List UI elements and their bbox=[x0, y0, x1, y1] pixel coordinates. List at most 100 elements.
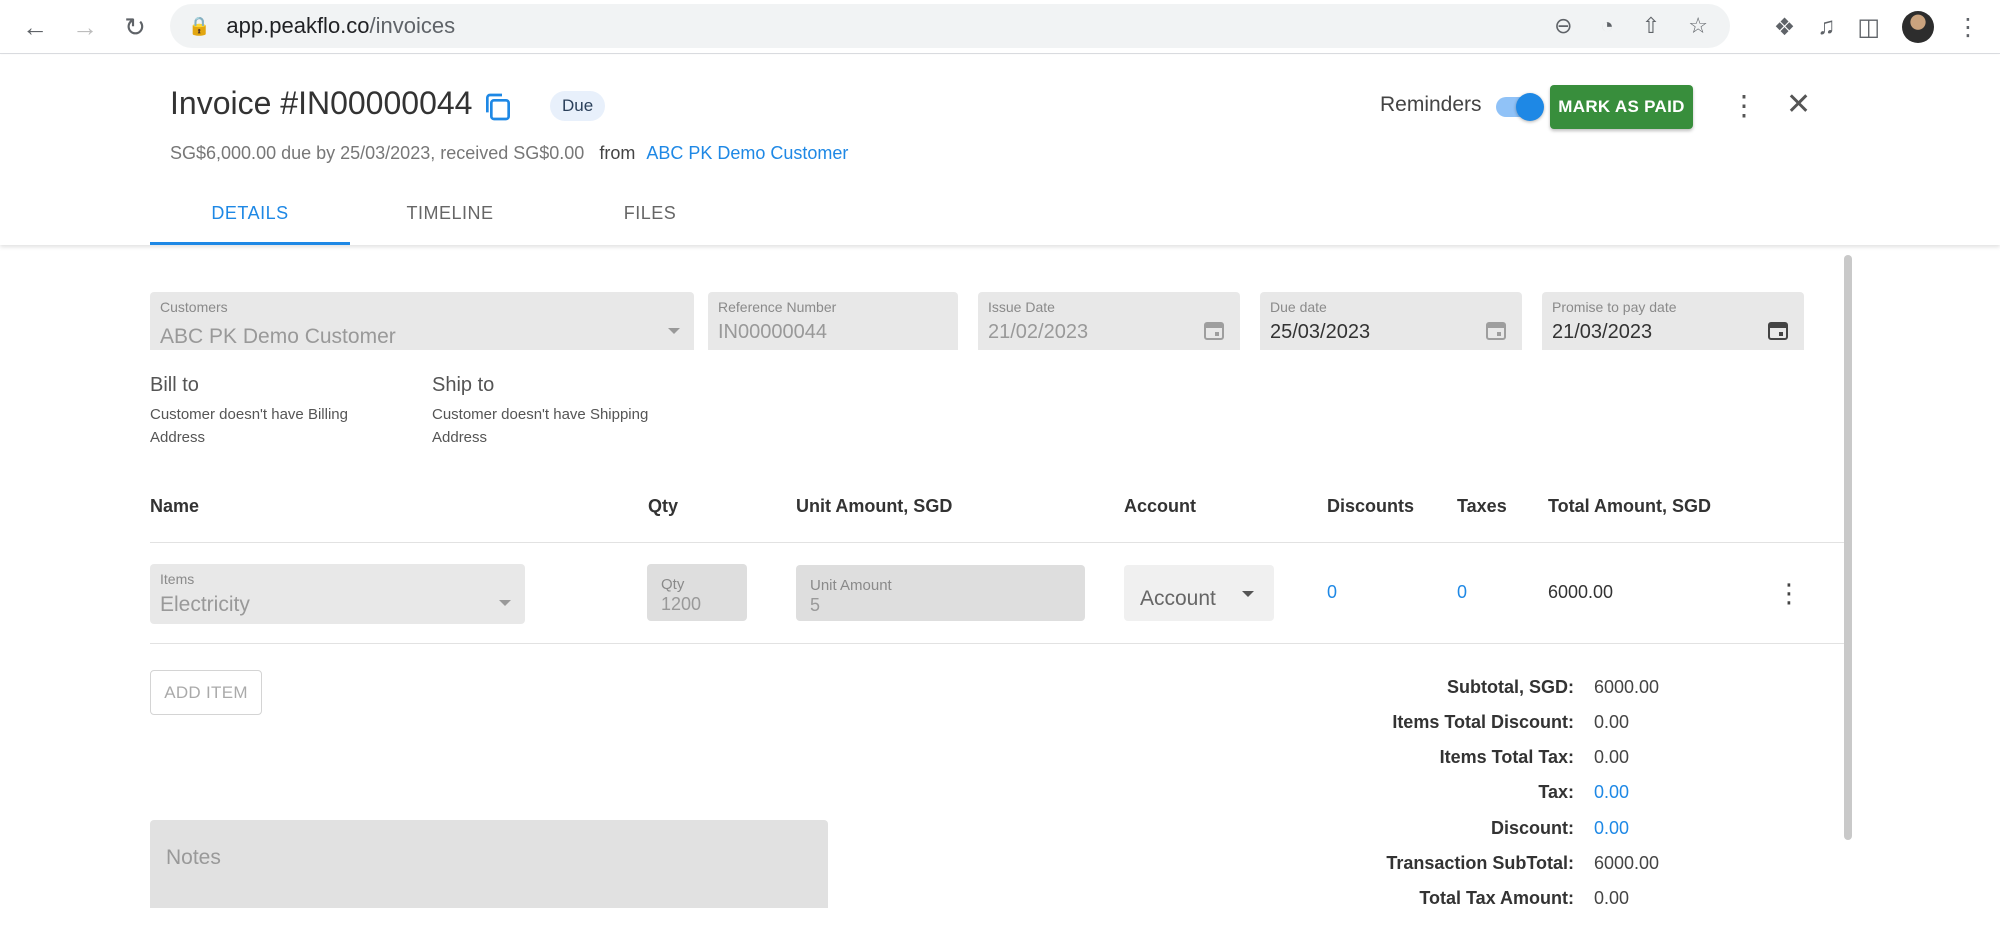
extensions-puzzle-icon[interactable]: ❖ bbox=[1774, 13, 1796, 42]
column-header-discounts: Discounts bbox=[1327, 496, 1415, 516]
reference-number-field[interactable]: Reference Number IN00000044 bbox=[708, 292, 958, 350]
qty-field[interactable]: Qty 1200 bbox=[647, 564, 747, 621]
url-host: app.peakflo.co bbox=[226, 13, 370, 38]
url-path: /invoices bbox=[369, 13, 456, 38]
column-header-name: Name bbox=[150, 496, 200, 516]
bill-to-text: Customer doesn't have Billing Address bbox=[150, 406, 348, 446]
subtotal-value: 6000.00 bbox=[1594, 677, 1660, 697]
lock-icon: 🔒 bbox=[188, 15, 211, 36]
items-total-discount-label: Items Total Discount: bbox=[1392, 712, 1574, 732]
customers-value: ABC PK Demo Customer bbox=[160, 325, 396, 348]
item-value: Electricity bbox=[160, 593, 250, 616]
address-bar[interactable]: 🔒 app.peakflo.co/invoices ⊖ ◔ ⇧ ☆ bbox=[170, 4, 1730, 48]
due-date-value: 25/03/2023 bbox=[1270, 321, 1371, 343]
zoom-out-icon[interactable]: ⊖ bbox=[1554, 13, 1572, 39]
media-queue-icon[interactable]: ♫ bbox=[1817, 13, 1835, 41]
invoice-tabs: DETAILS TIMELINE FILES bbox=[150, 191, 750, 245]
status-badge: Due bbox=[550, 91, 606, 121]
items-total-discount-value: 0.00 bbox=[1594, 712, 1630, 732]
more-options-icon[interactable]: ⋮ bbox=[1730, 91, 1758, 121]
row-more-options-icon[interactable]: ⋮ bbox=[1776, 578, 1802, 609]
issue-date-label: Issue Date bbox=[988, 299, 1055, 315]
column-header-total-amount: Total Amount, SGD bbox=[1548, 496, 1711, 516]
due-date-field[interactable]: Due date 25/03/2023 bbox=[1260, 292, 1522, 350]
total-tax-amount-label: Total Tax Amount: bbox=[1419, 888, 1574, 908]
invoice-summary: SG$6,000.00 due by 25/03/2023, received … bbox=[170, 143, 848, 164]
due-date-label: Due date bbox=[1270, 299, 1327, 315]
taxes-link[interactable]: 0 bbox=[1457, 582, 1467, 603]
bookmark-star-icon[interactable]: ☆ bbox=[1688, 13, 1708, 39]
chevron-down-icon bbox=[668, 328, 680, 334]
chrome-menu-icon[interactable]: ⋮ bbox=[1956, 13, 1980, 42]
items-label: Items bbox=[160, 571, 195, 587]
customers-select[interactable]: Customers ABC PK Demo Customer bbox=[150, 292, 694, 350]
notes-field[interactable]: Notes bbox=[150, 820, 828, 908]
transaction-subtotal-label: Transaction SubTotal: bbox=[1386, 853, 1574, 873]
column-header-unit-amount: Unit Amount, SGD bbox=[796, 496, 953, 516]
discount-link[interactable]: 0.00 bbox=[1594, 818, 1629, 839]
amount-summary: SG$6,000.00 due by 25/03/2023, received … bbox=[170, 143, 585, 163]
discount-label: Discount: bbox=[1491, 818, 1574, 838]
table-divider bbox=[150, 643, 1844, 644]
promise-date-label: Promise to pay date bbox=[1552, 299, 1677, 315]
toggle-knob bbox=[1516, 93, 1544, 121]
transaction-subtotal-value: 6000.00 bbox=[1594, 853, 1660, 873]
tab-details[interactable]: DETAILS bbox=[150, 191, 350, 245]
invoice-title: Invoice #IN00000044 bbox=[170, 85, 473, 121]
notes-label: Notes bbox=[166, 846, 221, 869]
account-value: Account bbox=[1140, 587, 1216, 610]
issue-date-value: 21/02/2023 bbox=[988, 321, 1089, 343]
ship-to-text: Customer doesn't have Shipping Address bbox=[432, 406, 649, 446]
share-icon[interactable]: ⇧ bbox=[1642, 13, 1660, 39]
reference-label: Reference Number bbox=[718, 299, 837, 315]
reference-value: IN00000044 bbox=[718, 321, 827, 343]
customers-label: Customers bbox=[160, 299, 228, 315]
column-header-qty: Qty bbox=[648, 496, 679, 516]
reminders-toggle[interactable] bbox=[1496, 93, 1544, 121]
scrollbar[interactable] bbox=[1844, 255, 1852, 840]
subtotal-label: Subtotal, SGD: bbox=[1447, 677, 1574, 697]
qty-value: 1200 bbox=[661, 594, 702, 614]
items-total-tax-value: 0.00 bbox=[1594, 747, 1630, 767]
item-select[interactable]: Items Electricity bbox=[150, 564, 525, 624]
promise-date-value: 21/03/2023 bbox=[1552, 321, 1653, 343]
reminders-label: Reminders bbox=[1380, 93, 1482, 116]
table-divider bbox=[150, 542, 1844, 543]
profile-avatar[interactable] bbox=[1902, 11, 1934, 43]
add-item-button[interactable]: ADD ITEM bbox=[150, 670, 262, 715]
tax-label: Tax: bbox=[1538, 782, 1574, 802]
row-total-amount: 6000.00 bbox=[1548, 582, 1614, 602]
unit-amount-value: 5 bbox=[810, 595, 821, 615]
tab-files[interactable]: FILES bbox=[550, 191, 750, 245]
performance-icon[interactable]: ◔ bbox=[1601, 13, 1614, 39]
url-text: app.peakflo.co/invoices bbox=[226, 13, 455, 39]
chevron-down-icon bbox=[1242, 591, 1254, 597]
column-header-taxes: Taxes bbox=[1457, 496, 1507, 516]
browser-toolbar: ← → ↻ 🔒 app.peakflo.co/invoices ⊖ ◔ ⇧ ☆ … bbox=[0, 0, 2000, 54]
side-panel-icon[interactable]: ◫ bbox=[1857, 13, 1880, 42]
customer-link[interactable]: ABC PK Demo Customer bbox=[646, 143, 848, 163]
issue-date-field[interactable]: Issue Date 21/02/2023 bbox=[978, 292, 1240, 350]
unit-amount-label: Unit Amount bbox=[810, 577, 892, 594]
account-select[interactable]: Account bbox=[1124, 565, 1274, 621]
mark-as-paid-button[interactable]: MARK AS PAID bbox=[1550, 85, 1693, 129]
back-arrow-icon[interactable]: ← bbox=[18, 10, 52, 44]
ship-to-heading: Ship to bbox=[432, 374, 495, 396]
total-tax-amount-value: 0.00 bbox=[1594, 888, 1630, 908]
discounts-link[interactable]: 0 bbox=[1327, 582, 1337, 603]
invoice-header: Invoice #IN00000044 Due SG$6,000.00 due … bbox=[0, 55, 2000, 245]
tab-timeline[interactable]: TIMELINE bbox=[350, 191, 550, 245]
tax-link[interactable]: 0.00 bbox=[1594, 782, 1629, 803]
calendar-icon[interactable] bbox=[1766, 318, 1790, 342]
close-icon[interactable]: ✕ bbox=[1786, 87, 1811, 122]
qty-label: Qty bbox=[661, 576, 685, 593]
reload-icon[interactable]: ↻ bbox=[118, 10, 152, 44]
calendar-icon[interactable] bbox=[1484, 318, 1508, 342]
promise-to-pay-date-field[interactable]: Promise to pay date 21/03/2023 bbox=[1542, 292, 1804, 350]
items-total-tax-label: Items Total Tax: bbox=[1439, 747, 1574, 767]
forward-arrow-icon[interactable]: → bbox=[68, 10, 102, 44]
unit-amount-field[interactable]: Unit Amount 5 bbox=[796, 565, 1085, 621]
calendar-icon[interactable] bbox=[1202, 318, 1226, 342]
copy-icon[interactable] bbox=[482, 91, 514, 123]
from-label: from bbox=[599, 143, 636, 163]
